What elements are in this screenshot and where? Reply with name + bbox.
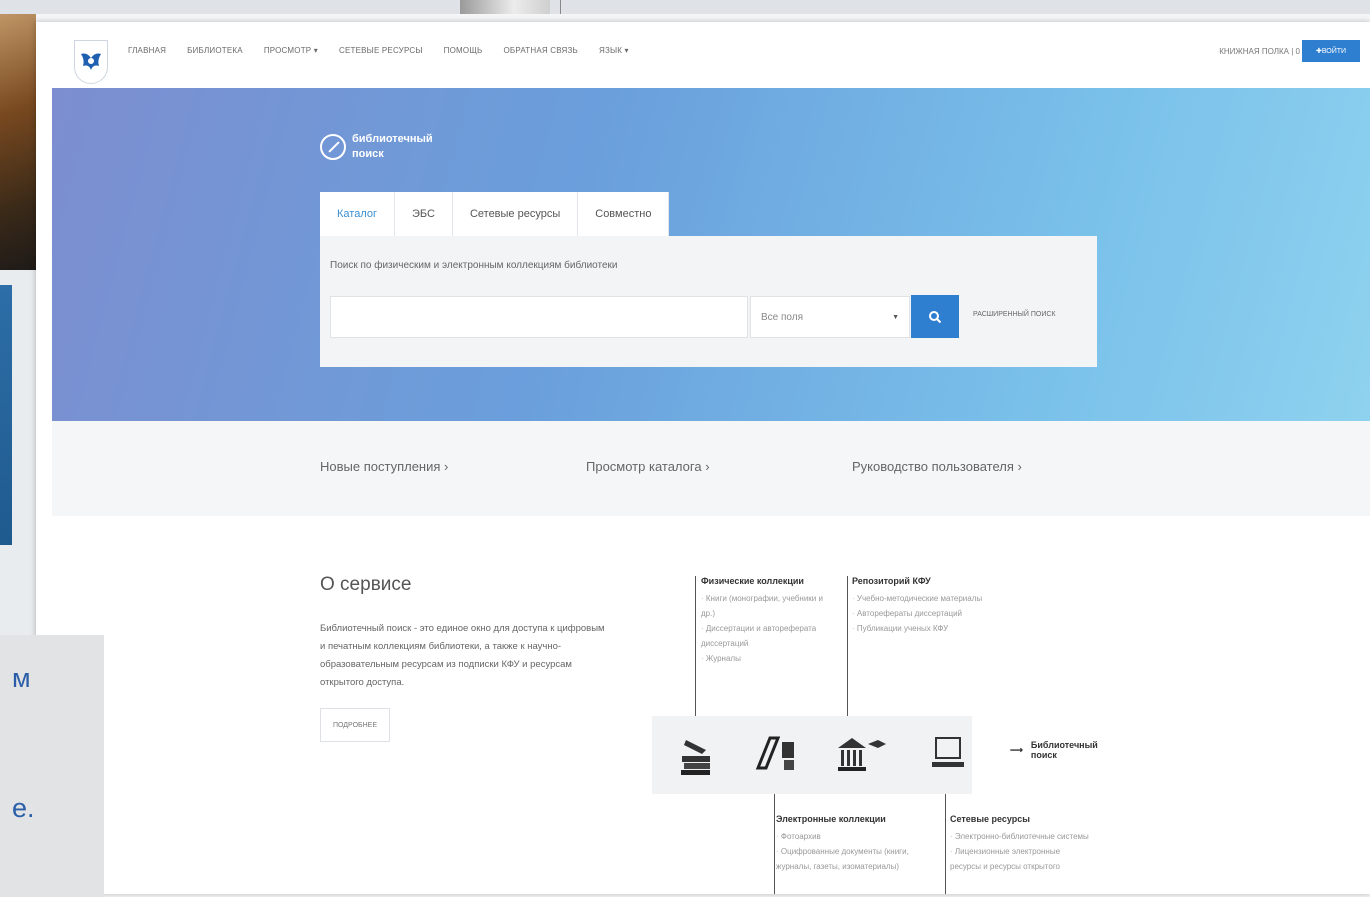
physical-collections-title: Физические коллекции bbox=[701, 576, 804, 586]
search-description: Поиск по физическим и электронным коллек… bbox=[330, 260, 618, 271]
main-menu: ГЛАВНАЯ БИБЛИОТЕКА ПРОСМОТР ▾ СЕТЕВЫЕ РЕ… bbox=[128, 46, 629, 55]
network-resources-title: Сетевые ресурсы bbox=[950, 814, 1030, 824]
scanner-icon bbox=[755, 736, 794, 770]
search-tabs: Каталог ЭБС Сетевые ресурсы Совместно bbox=[320, 192, 670, 236]
nav-language[interactable]: ЯЗЫК ▾ bbox=[599, 46, 629, 55]
books-icon bbox=[681, 740, 710, 775]
electronic-item: Фотоархив bbox=[776, 829, 916, 844]
diagram-connector bbox=[847, 576, 848, 716]
nav-home[interactable]: ГЛАВНАЯ bbox=[128, 46, 166, 55]
field-select[interactable]: Все поля ▼ bbox=[750, 296, 910, 338]
diagram-connector bbox=[774, 794, 775, 894]
nav-browse[interactable]: ПРОСМОТР ▾ bbox=[264, 46, 318, 55]
result-line1: Библиотечный bbox=[1030, 740, 1098, 750]
about-title: О сервисе bbox=[320, 574, 412, 595]
arrow-right-icon: ⟶ bbox=[1010, 744, 1023, 755]
tab-ebs[interactable]: ЭБС bbox=[395, 192, 453, 236]
nav-network-resources[interactable]: СЕТЕВЫЕ РЕСУРСЫ bbox=[339, 46, 423, 55]
hero-title-line2: поиск bbox=[352, 148, 384, 160]
search-input[interactable] bbox=[330, 296, 748, 338]
browse-catalog-link[interactable]: Просмотр каталога › bbox=[586, 459, 710, 474]
library-search-screenshot: ГЛАВНАЯ БИБЛИОТЕКА ПРОСМОТР ▾ СЕТЕВЫЕ РЕ… bbox=[36, 22, 1370, 894]
search-hero: библиотечный поиск Каталог ЭБС Сетевые р… bbox=[52, 88, 1370, 421]
university-icon bbox=[838, 738, 886, 771]
result-line2: поиск bbox=[1030, 750, 1057, 760]
laptop-icon bbox=[932, 737, 964, 767]
quick-links: Новые поступления › Просмотр каталога › … bbox=[52, 421, 1370, 516]
physical-item: Диссертации и автореферата диссертаций bbox=[701, 621, 831, 651]
collections-diagram: Физические коллекции Книги (монографии, … bbox=[652, 566, 1122, 896]
nav-help[interactable]: ПОМОЩЬ bbox=[444, 46, 483, 55]
kfu-logo[interactable] bbox=[74, 40, 108, 84]
tab-network-resources[interactable]: Сетевые ресурсы bbox=[452, 192, 579, 236]
search-panel: Поиск по физическим и электронным коллек… bbox=[320, 236, 1097, 367]
caret-down-icon: ▼ bbox=[892, 313, 899, 321]
user-guide-link[interactable]: Руководство пользователя › bbox=[852, 459, 1022, 474]
overlay-text-line1: м bbox=[12, 663, 31, 693]
background-gray-block bbox=[460, 0, 550, 14]
repository-item: Учебно-методические материалы bbox=[852, 591, 992, 606]
collections-icon-row bbox=[652, 716, 972, 794]
background-top-strip bbox=[0, 0, 1370, 14]
physical-item: Книги (монографии, учебники и др.) bbox=[701, 591, 831, 621]
more-button[interactable]: ПОДРОБНЕЕ bbox=[320, 708, 390, 742]
background-divider bbox=[560, 0, 561, 14]
tab-catalog[interactable]: Каталог bbox=[320, 192, 395, 236]
advanced-search-link[interactable]: РАСШИРЕННЫЙ ПОИСК bbox=[973, 311, 1055, 318]
nav-library[interactable]: БИБЛИОТЕКА bbox=[187, 46, 243, 55]
repository-item: Публикации ученых КФУ bbox=[852, 621, 992, 636]
library-search-icon bbox=[320, 134, 346, 160]
hero-title-line1: библиотечный bbox=[352, 133, 433, 145]
network-item: Электронно-библиотечные системы bbox=[950, 829, 1090, 844]
repository-title: Репозиторий КФУ bbox=[852, 576, 931, 586]
field-select-value: Все поля bbox=[761, 311, 804, 323]
background-photo bbox=[0, 0, 36, 270]
library-search-result: ⟶ Библиотечный поиск bbox=[1010, 740, 1098, 760]
diagram-connector bbox=[945, 794, 946, 894]
network-resources: Сетевые ресурсы Электронно-библиотечные … bbox=[950, 812, 1090, 874]
bookshelf-link[interactable]: КНИЖНАЯ ПОЛКА | 0 bbox=[1219, 47, 1300, 56]
search-icon bbox=[929, 310, 942, 323]
hero-title: библиотечный поиск bbox=[320, 132, 433, 162]
login-button[interactable]: ✚ВОЙТИ bbox=[1302, 40, 1360, 62]
kfu-logo-icon bbox=[81, 53, 101, 70]
slide-overlay: м е. bbox=[0, 635, 104, 897]
physical-collections: Физические коллекции Книги (монографии, … bbox=[701, 574, 831, 666]
overlay-text-line2: е. bbox=[12, 793, 35, 823]
electronic-collections: Электронные коллекции Фотоархив Оцифрова… bbox=[776, 812, 916, 874]
physical-item: Журналы bbox=[701, 651, 831, 666]
about-text: Библиотечный поиск - это единое окно для… bbox=[320, 623, 605, 688]
navbar: ГЛАВНАЯ БИБЛИОТЕКА ПРОСМОТР ▾ СЕТЕВЫЕ РЕ… bbox=[36, 22, 1370, 86]
network-item: Лицензионные электронные ресурсы и ресур… bbox=[950, 844, 1090, 874]
new-arrivals-link[interactable]: Новые поступления › bbox=[320, 459, 448, 474]
background-strip bbox=[0, 285, 12, 545]
diagram-connector bbox=[695, 576, 696, 716]
nav-feedback[interactable]: ОБРАТНАЯ СВЯЗЬ bbox=[503, 46, 578, 55]
search-button[interactable] bbox=[911, 295, 959, 338]
electronic-item: Оцифрованные документы (книги, журналы, … bbox=[776, 844, 916, 874]
repository-item: Авторефераты диссертаций bbox=[852, 606, 992, 621]
tab-combined[interactable]: Совместно bbox=[578, 192, 670, 236]
repository: Репозиторий КФУ Учебно-методические мате… bbox=[852, 574, 992, 636]
electronic-collections-title: Электронные коллекции bbox=[776, 814, 886, 824]
